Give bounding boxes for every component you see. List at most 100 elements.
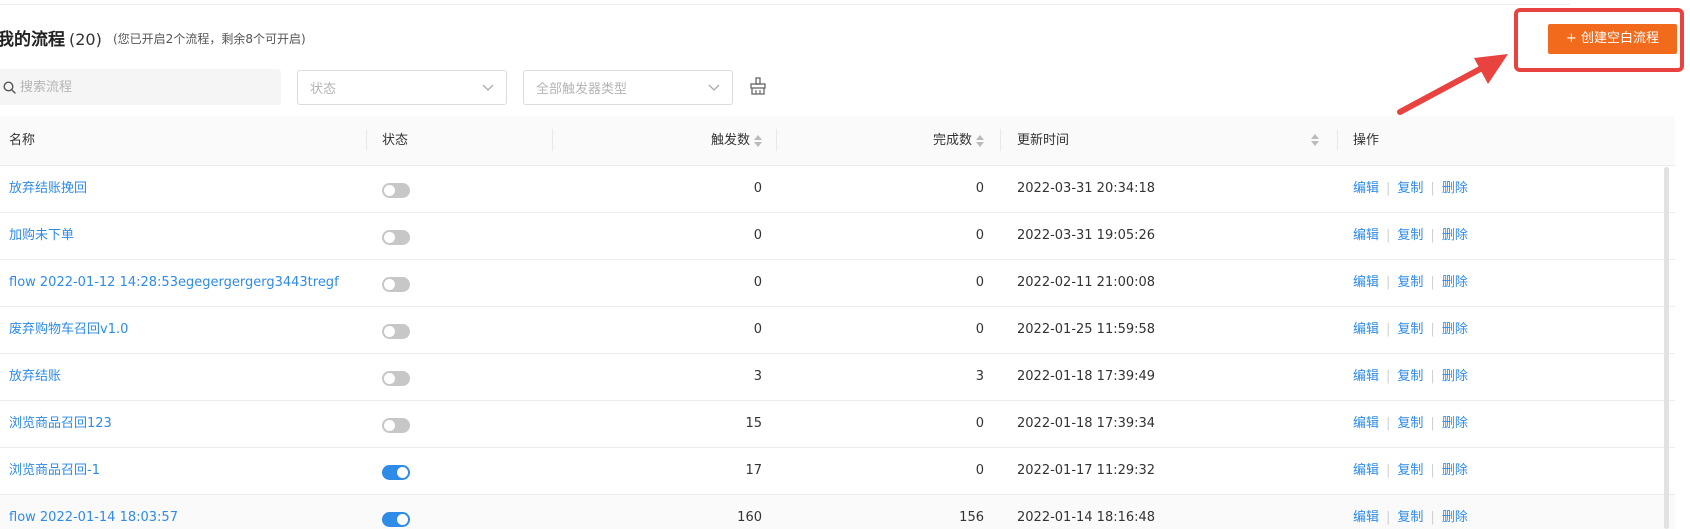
vertical-scrollbar[interactable] — [1664, 167, 1669, 529]
flow-status-toggle[interactable] — [382, 277, 410, 292]
action-separator: | — [1386, 416, 1391, 431]
delete-link[interactable]: 删除 — [1442, 322, 1468, 337]
flow-name-link[interactable]: 浏览商品召回-1 — [9, 448, 100, 494]
flow-status-toggle[interactable] — [382, 183, 410, 198]
completed-count: 0 — [975, 463, 984, 478]
completed-count: 3 — [975, 369, 984, 384]
trigger-count: 3 — [753, 369, 762, 384]
flow-name-link[interactable]: 废弃购物车召回v1.0 — [9, 307, 128, 353]
action-separator: | — [1430, 416, 1435, 431]
quota-hint: (您已开启2个流程，剩余8个可开启) — [113, 32, 306, 46]
flow-name-link[interactable]: 放弃结账挽回 — [9, 166, 87, 212]
clear-filter-icon[interactable] — [748, 76, 768, 96]
row-actions: 编辑 | 复制 | 删除 — [1353, 448, 1468, 494]
action-separator: | — [1386, 322, 1391, 337]
flow-status-toggle[interactable] — [382, 418, 410, 433]
updated-time: 2022-01-18 17:39:34 — [1017, 416, 1156, 431]
updated-time: 2022-01-14 18:16:48 — [1017, 510, 1156, 525]
action-separator: | — [1386, 228, 1391, 243]
flow-count: (20) — [69, 30, 102, 49]
column-header-completed[interactable]: 完成数 — [870, 116, 984, 165]
table-row: flow 2022-01-14 18:03:57 160 156 2022-01-14… — [0, 495, 1675, 529]
action-separator: | — [1386, 181, 1391, 196]
edit-link[interactable]: 编辑 — [1353, 181, 1379, 196]
edit-link[interactable]: 编辑 — [1353, 369, 1379, 384]
delete-link[interactable]: 删除 — [1442, 369, 1468, 384]
column-header-actions: 操作 — [1353, 133, 1380, 148]
trigger-count: 0 — [753, 181, 762, 196]
table-row: 放弃结账 3 3 2022-01-18 17:39:49 编辑 | 复制 | 删除 — [0, 354, 1675, 401]
column-header-completed-label: 完成数 — [932, 133, 972, 148]
row-actions: 编辑 | 复制 | 删除 — [1353, 260, 1468, 306]
trigger-type-select-placeholder: 全部触发器类型 — [536, 82, 628, 97]
search-box[interactable] — [0, 69, 281, 105]
delete-link[interactable]: 删除 — [1442, 510, 1468, 525]
delete-link[interactable]: 删除 — [1442, 463, 1468, 478]
delete-link[interactable]: 删除 — [1442, 228, 1468, 243]
flow-table: 名称 状态 触发数 完成数 更新时间 操作 放弃结账挽回 0 0 2022-03-31… — [0, 116, 1675, 529]
sort-icon[interactable] — [754, 134, 762, 147]
search-input[interactable] — [18, 79, 260, 95]
updated-time: 2022-01-17 11:29:32 — [1017, 463, 1156, 478]
copy-link[interactable]: 复制 — [1397, 322, 1423, 337]
row-actions: 编辑 | 复制 | 删除 — [1353, 401, 1468, 447]
updated-time: 2022-01-25 11:59:58 — [1017, 322, 1156, 337]
copy-link[interactable]: 复制 — [1397, 181, 1423, 196]
trigger-count: 160 — [737, 510, 762, 525]
top-divider — [0, 4, 1570, 5]
column-divider — [776, 129, 777, 151]
edit-link[interactable]: 编辑 — [1353, 228, 1379, 243]
copy-link[interactable]: 复制 — [1397, 228, 1423, 243]
completed-count: 0 — [975, 416, 984, 431]
flow-status-toggle[interactable] — [382, 512, 410, 527]
toggle-knob — [397, 467, 408, 478]
completed-count: 156 — [959, 510, 984, 525]
copy-link[interactable]: 复制 — [1397, 510, 1423, 525]
column-divider — [552, 129, 553, 151]
edit-link[interactable]: 编辑 — [1353, 416, 1379, 431]
flow-status-toggle[interactable] — [382, 230, 410, 245]
trigger-count: 0 — [753, 275, 762, 290]
flow-status-toggle[interactable] — [382, 465, 410, 480]
status-select[interactable]: 状态 — [297, 70, 507, 105]
edit-link[interactable]: 编辑 — [1353, 463, 1379, 478]
delete-link[interactable]: 删除 — [1442, 416, 1468, 431]
flow-status-toggle[interactable] — [382, 371, 410, 386]
flow-name-link[interactable]: 放弃结账 — [9, 354, 61, 400]
column-header-status: 状态 — [382, 133, 409, 148]
flow-name-link[interactable]: flow 2022-01-12 14:28:53egegergergerg344… — [9, 260, 339, 306]
updated-time: 2022-03-31 19:05:26 — [1017, 228, 1156, 243]
toggle-knob — [384, 279, 395, 290]
edit-link[interactable]: 编辑 — [1353, 275, 1379, 290]
copy-link[interactable]: 复制 — [1397, 416, 1423, 431]
toggle-knob — [384, 185, 395, 196]
edit-link[interactable]: 编辑 — [1353, 510, 1379, 525]
copy-link[interactable]: 复制 — [1397, 275, 1423, 290]
copy-link[interactable]: 复制 — [1397, 369, 1423, 384]
row-actions: 编辑 | 复制 | 删除 — [1353, 495, 1468, 529]
create-blank-flow-button[interactable]: + 创建空白流程 — [1548, 24, 1677, 54]
table-row: 浏览商品召回-1 17 0 2022-01-17 11:29:32 编辑 | 复制 | 删除 — [0, 448, 1675, 495]
chevron-down-icon — [708, 84, 720, 92]
flow-name-link[interactable]: 加购未下单 — [9, 213, 74, 259]
trigger-count: 15 — [745, 416, 762, 431]
column-divider — [1000, 129, 1001, 151]
flow-name-link[interactable]: flow 2022-01-14 18:03:57 — [9, 495, 178, 529]
updated-time: 2022-02-11 21:00:08 — [1017, 275, 1156, 290]
row-actions: 编辑 | 复制 | 删除 — [1353, 307, 1468, 353]
sort-icon[interactable] — [976, 134, 984, 147]
edit-link[interactable]: 编辑 — [1353, 322, 1379, 337]
page-title: 我的流程 (20) — [0, 25, 102, 50]
trigger-count: 17 — [745, 463, 762, 478]
column-header-triggers-label: 触发数 — [710, 133, 750, 148]
delete-link[interactable]: 删除 — [1442, 275, 1468, 290]
trigger-type-select[interactable]: 全部触发器类型 — [523, 70, 733, 105]
copy-link[interactable]: 复制 — [1397, 463, 1423, 478]
trigger-count: 0 — [753, 322, 762, 337]
delete-link[interactable]: 删除 — [1442, 181, 1468, 196]
column-header-triggers[interactable]: 触发数 — [652, 116, 762, 165]
flow-status-toggle[interactable] — [382, 324, 410, 339]
updated-time: 2022-01-18 17:39:49 — [1017, 369, 1156, 384]
sort-icon[interactable] — [1311, 134, 1319, 146]
flow-name-link[interactable]: 浏览商品召回123 — [9, 401, 112, 447]
